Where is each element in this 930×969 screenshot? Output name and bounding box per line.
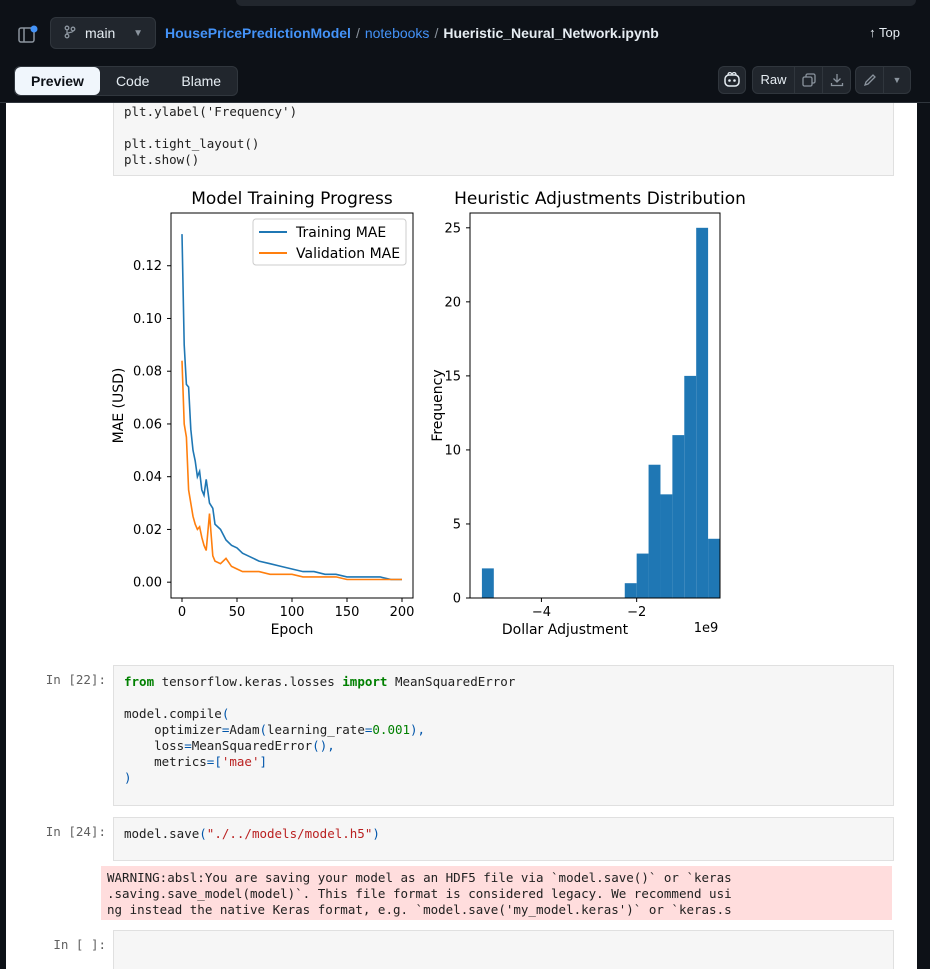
x-tick-label: 150: [335, 605, 360, 620]
notebook-content: plt.ylabel('Frequency') plt.tight_layout…: [6, 103, 917, 969]
git-branch-icon: [63, 25, 77, 42]
training-progress-chart: Model Training Progress 0 50 100 150 200 0.00 0…: [111, 189, 414, 638]
breadcrumb-repo-link[interactable]: HousePricePredictionModel: [165, 25, 351, 41]
y-tick-label: 25: [444, 221, 461, 236]
chevron-down-icon: ▼: [133, 27, 143, 39]
sidebar-toggle-icon[interactable]: [17, 25, 45, 45]
x-offset-label: 1e9: [694, 621, 719, 636]
histogram-bar: [648, 464, 661, 598]
code-line: ): [124, 770, 132, 785]
histogram-bar: [696, 227, 709, 599]
chevron-down-icon[interactable]: ▼: [884, 67, 910, 93]
copy-icon[interactable]: [795, 67, 823, 93]
output-figure: Model Training Progress0 50 100 150 2000.000…: [111, 189, 746, 638]
code-line: optimizer=Adam(learning_rate=0.001),: [124, 722, 426, 737]
y-tick-label: 0.04: [133, 470, 162, 485]
series-line-validation: [181, 360, 402, 581]
y-tick-label: 10: [444, 443, 461, 458]
code-line-import: from tensorflow.keras.losses import Mean…: [124, 674, 516, 689]
cell-prompt: In [24]:: [45, 824, 106, 839]
histogram-bar: [481, 568, 494, 598]
histogram-bar: [684, 375, 697, 598]
y-tick-label: 0.12: [133, 259, 162, 274]
view-mode-segmented-control: Preview Code Blame: [14, 66, 239, 96]
code-line: plt.ylabel('Frequency'): [124, 104, 298, 119]
y-tick-label: 20: [444, 295, 461, 310]
adjustments-histogram-chart: Heuristic Adjustments Distribution −4 −2 0 5…: [430, 189, 746, 638]
cell-prompt: In [22]:: [45, 672, 106, 687]
legend-label: Validation MAE: [296, 246, 400, 262]
x-tick-label: −2: [627, 605, 646, 620]
y-tick-label: 5: [453, 517, 461, 532]
warning-text: WARNING:absl:You are saving your model a…: [107, 870, 732, 920]
code-line: plt.tight_layout(): [124, 136, 260, 151]
top-label: Top: [879, 25, 900, 40]
histogram-bar: [660, 494, 673, 598]
back-to-top-link[interactable]: ↑ Top: [869, 25, 900, 40]
pencil-icon[interactable]: [856, 67, 884, 93]
histogram-bar: [624, 583, 637, 598]
histogram-bar: [708, 538, 720, 598]
y-tick-label: 0.10: [133, 312, 162, 327]
code-line: plt.show(): [124, 152, 200, 167]
y-axis-label: MAE (USD): [111, 368, 127, 444]
file-toolbar: Preview Code Blame Raw ▼: [0, 58, 930, 103]
x-axis-label: Epoch: [271, 622, 314, 638]
code-cell-previous[interactable]: plt.ylabel('Frequency') plt.tight_layout…: [113, 103, 894, 176]
y-tick-label: 0.08: [133, 365, 162, 380]
x-tick-label: −4: [532, 605, 551, 620]
cell-prompt: In [ ]:: [53, 937, 106, 952]
y-tick-label: 0.06: [133, 417, 162, 432]
branch-selector-button[interactable]: main ▼: [50, 17, 156, 49]
y-tick-label: 0: [453, 592, 461, 607]
top-strip-bar: [236, 0, 916, 6]
code-line: model.save("./../models/model.h5"): [124, 826, 380, 841]
x-tick-label: 0: [178, 605, 186, 620]
tab-blame[interactable]: Blame: [165, 67, 237, 95]
copilot-icon[interactable]: [718, 66, 746, 94]
chart-title: Model Training Progress: [191, 189, 393, 209]
breadcrumb-folder-link[interactable]: notebooks: [365, 25, 430, 41]
code-line: model.compile(: [124, 706, 230, 721]
x-axis-label: Dollar Adjustment: [502, 622, 629, 638]
code-line: loss=MeanSquaredError(),: [124, 738, 335, 753]
y-tick-label: 0.02: [133, 523, 162, 538]
tab-code[interactable]: Code: [100, 67, 165, 95]
code-line: metrics=['mae']: [124, 754, 268, 769]
warning-output: WARNING:absl:You are saving your model a…: [101, 866, 892, 920]
y-tick-label: 15: [444, 369, 461, 384]
chart-title: Heuristic Adjustments Distribution: [454, 189, 746, 209]
file-header: main ▼ HousePricePredictionModel / noteboo…: [0, 8, 930, 58]
y-axis-label: Frequency: [430, 369, 446, 441]
y-tick-label: 0.00: [133, 576, 162, 591]
branch-name: main: [85, 25, 116, 41]
code-cell-compile[interactable]: from tensorflow.keras.losses import Mean…: [113, 665, 894, 806]
browser-top-strip: [0, 0, 930, 8]
arrow-up-icon: ↑: [869, 25, 876, 40]
breadcrumb-separator: /: [434, 25, 439, 41]
download-icon[interactable]: [823, 67, 850, 93]
x-tick-label: 50: [229, 605, 246, 620]
breadcrumb: HousePricePredictionModel / notebooks / Huer…: [165, 25, 659, 41]
series-line-training: [181, 234, 402, 581]
raw-button[interactable]: Raw: [753, 67, 795, 93]
histogram-bar: [636, 553, 649, 598]
code-cell-save[interactable]: model.save("./../models/model.h5"): [113, 817, 894, 861]
code-cell-empty[interactable]: [113, 930, 894, 969]
edit-actions-group: ▼: [855, 66, 911, 94]
legend-label: Training MAE: [295, 225, 386, 241]
histogram-bar: [672, 435, 685, 598]
breadcrumb-file-name: Hueristic_Neural_Network.ipynb: [443, 25, 659, 41]
x-tick-label: 200: [390, 605, 415, 620]
tab-preview[interactable]: Preview: [15, 67, 100, 95]
x-tick-label: 100: [280, 605, 305, 620]
raw-actions-group: Raw: [752, 66, 851, 94]
breadcrumb-separator: /: [355, 25, 360, 41]
